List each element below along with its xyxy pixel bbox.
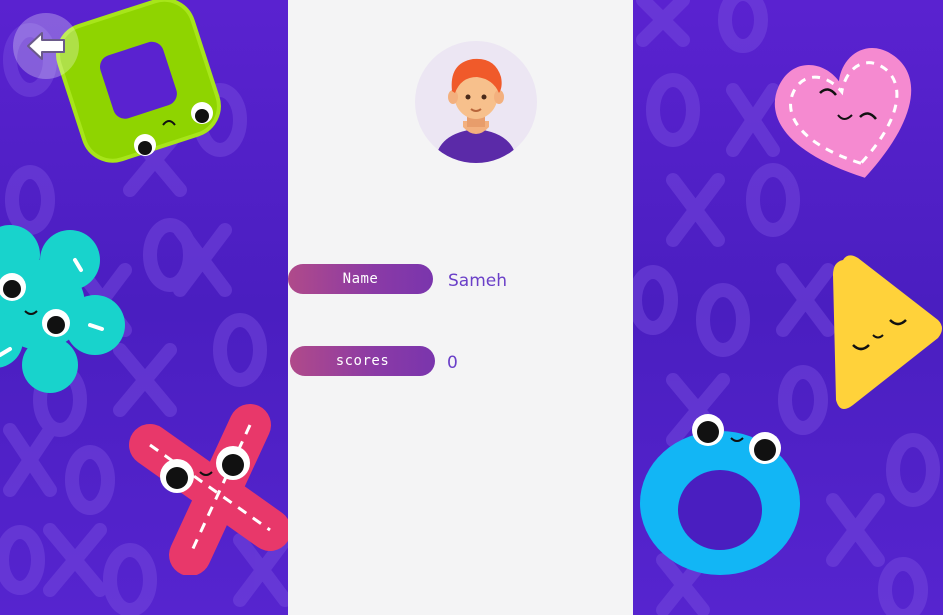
name-label-pill: Name xyxy=(288,264,433,294)
back-button[interactable] xyxy=(13,13,79,79)
teal-flower-toy xyxy=(0,225,125,393)
name-value: Sameh xyxy=(448,271,508,291)
back-arrow-icon xyxy=(27,32,65,60)
scores-label: scores xyxy=(335,353,390,369)
yellow-triangle-toy xyxy=(833,255,942,409)
left-decor-panel xyxy=(0,0,288,615)
scores-label-pill: scores xyxy=(290,346,435,376)
name-label: Name xyxy=(342,271,379,287)
boy-avatar-icon xyxy=(435,58,517,163)
scores-value: 0 xyxy=(447,353,458,373)
blue-ring-toy xyxy=(640,414,800,575)
profile-avatar xyxy=(415,41,537,163)
red-x-toy xyxy=(129,404,288,575)
pink-heart-toy xyxy=(774,48,912,178)
profile-panel: Name Sameh scores 0 xyxy=(288,0,633,615)
right-decor-panel xyxy=(633,0,943,615)
green-square-toy xyxy=(56,0,221,163)
